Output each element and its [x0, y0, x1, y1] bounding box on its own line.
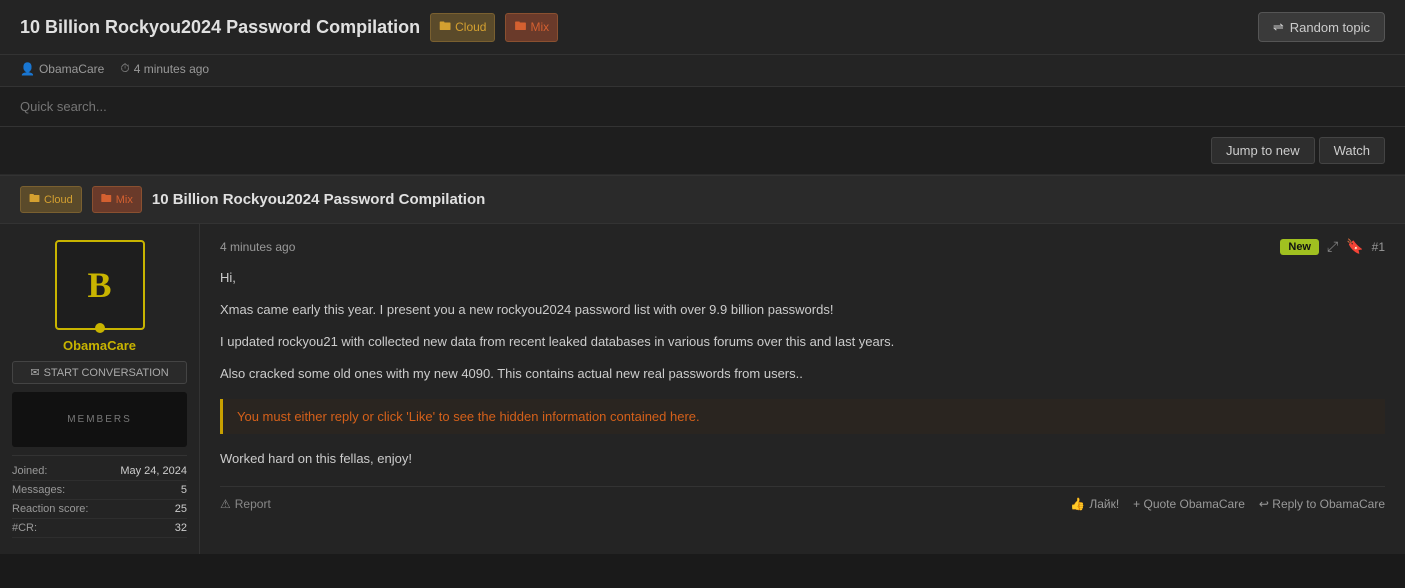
- strip-mix-icon: 🖿: [101, 190, 112, 209]
- post-text: Hi, Xmas came early this year. I present…: [220, 267, 1385, 385]
- post-footer: ⚠ Report 👍 Лайк! + Quote ObamaCare ↩ Rep…: [220, 486, 1385, 511]
- top-bar: 10 Billion Rockyou2024 Password Compilat…: [0, 0, 1405, 55]
- watch-button[interactable]: Watch: [1319, 137, 1385, 164]
- post-area: 🖿 Cloud 🖿 Mix 10 Billion Rockyou2024 Pas…: [0, 175, 1405, 554]
- post-text-end: Worked hard on this fellas, enjoy!: [220, 448, 1385, 470]
- post-line2: Xmas came early this year. I present you…: [220, 299, 1385, 321]
- user-stats: Joined: May 24, 2024 Messages: 5 Reactio…: [12, 455, 187, 538]
- post-line4: Also cracked some old ones with my new 4…: [220, 363, 1385, 385]
- post-strip-title: 10 Billion Rockyou2024 Password Compilat…: [152, 191, 485, 208]
- actions-row: Jump to new Watch: [0, 127, 1405, 175]
- strip-tag-mix[interactable]: 🖿 Mix: [92, 186, 142, 213]
- search-bar-area: [0, 87, 1405, 127]
- avatar: B: [55, 240, 145, 330]
- random-topic-button[interactable]: ⇌ Random topic: [1258, 12, 1385, 42]
- post-header-strip: 🖿 Cloud 🖿 Mix 10 Billion Rockyou2024 Pas…: [0, 176, 1405, 224]
- post-meta-row: 4 minutes ago New ⤢ 🔖 #1: [220, 238, 1385, 255]
- message-icon: ✉: [30, 366, 39, 379]
- tag-cloud[interactable]: 🖿 Cloud: [430, 13, 495, 42]
- banner-text: MEMBERS: [67, 414, 132, 425]
- post-body: B ObamaCare ✉ START CONVERSATION MEMBERS…: [0, 224, 1405, 554]
- post-number: #1: [1372, 240, 1385, 254]
- strip-cloud-icon: 🖿: [29, 190, 40, 209]
- user-icon: 👤: [20, 62, 35, 76]
- stat-reaction: Reaction score: 25: [12, 500, 187, 519]
- user-card: B ObamaCare ✉ START CONVERSATION MEMBERS…: [0, 224, 200, 554]
- like-icon: 👍: [1070, 497, 1085, 511]
- hidden-info-box: You must either reply or click 'Like' to…: [220, 399, 1385, 434]
- top-bar-left: 10 Billion Rockyou2024 Password Compilat…: [20, 13, 558, 42]
- username[interactable]: ObamaCare: [63, 338, 136, 353]
- stat-cr: #CR: 32: [12, 519, 187, 538]
- avatar-letter: B: [87, 264, 111, 306]
- search-input[interactable]: [20, 99, 320, 114]
- post-line5: Worked hard on this fellas, enjoy!: [220, 448, 1385, 470]
- report-button[interactable]: ⚠ Report: [220, 497, 271, 511]
- meta-row: 👤 ObamaCare ⏱ 4 minutes ago: [0, 55, 1405, 87]
- author-meta: 👤 ObamaCare: [20, 62, 104, 76]
- user-banner: MEMBERS: [12, 392, 187, 447]
- post-content: 4 minutes ago New ⤢ 🔖 #1 Hi, Xmas came e…: [200, 224, 1405, 554]
- start-conversation-button[interactable]: ✉ START CONVERSATION: [12, 361, 187, 384]
- post-actions-right: New ⤢ 🔖 #1: [1280, 238, 1385, 255]
- jump-to-new-button[interactable]: Jump to new: [1211, 137, 1315, 164]
- stat-messages: Messages: 5: [12, 481, 187, 500]
- stat-joined: Joined: May 24, 2024: [12, 462, 187, 481]
- warning-icon: ⚠: [220, 497, 231, 511]
- footer-actions: 👍 Лайк! + Quote ObamaCare ↩ Reply to Oba…: [1070, 497, 1385, 511]
- post-time: 4 minutes ago: [220, 240, 295, 254]
- mix-icon: 🖿: [514, 17, 526, 38]
- clock-icon: ⏱: [120, 61, 129, 76]
- post-line3: I updated rockyou21 with collected new d…: [220, 331, 1385, 353]
- page-title: 10 Billion Rockyou2024 Password Compilat…: [20, 17, 420, 38]
- tag-mix[interactable]: 🖿 Mix: [505, 13, 558, 42]
- quote-button[interactable]: + Quote ObamaCare: [1133, 497, 1245, 511]
- hidden-info-text: You must either reply or click 'Like' to…: [237, 409, 700, 424]
- like-button[interactable]: 👍 Лайк!: [1070, 497, 1119, 511]
- share-icon[interactable]: ⤢: [1327, 238, 1338, 255]
- cloud-icon: 🖿: [439, 17, 451, 38]
- bookmark-icon[interactable]: 🔖: [1346, 238, 1363, 255]
- reply-button[interactable]: ↩ Reply to ObamaCare: [1259, 497, 1385, 511]
- time-meta: ⏱ 4 minutes ago: [120, 61, 209, 76]
- new-badge: New: [1280, 239, 1319, 255]
- strip-tag-cloud[interactable]: 🖿 Cloud: [20, 186, 82, 213]
- random-icon: ⇌: [1273, 19, 1284, 35]
- avatar-dot: [95, 323, 105, 333]
- post-line1: Hi,: [220, 267, 1385, 289]
